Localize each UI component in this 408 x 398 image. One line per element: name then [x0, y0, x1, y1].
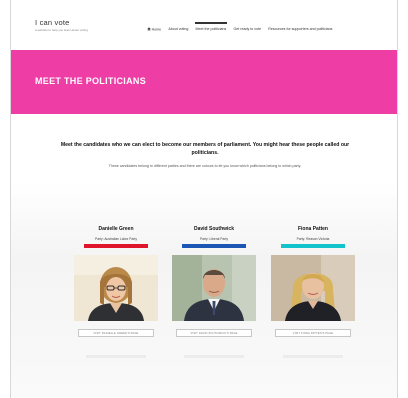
- site-header: I can vote a website to help you learn a…: [11, 0, 397, 50]
- candidate-party: Party: Australian Labor Party: [95, 237, 137, 241]
- party-color-bar: [182, 244, 246, 248]
- intro-text: These candidates belong to different par…: [108, 164, 302, 168]
- site-tagline: a website to help you learn about voting: [35, 28, 88, 32]
- nav-item-get-ready-to-vote[interactable]: Get ready to vote: [230, 27, 265, 33]
- main-nav: Home About voting Meet the politicians G…: [143, 22, 336, 33]
- portrait-woman-blonde: [271, 255, 355, 321]
- home-icon: [146, 27, 151, 31]
- intro-heading: Meet the candidates who we can elect to …: [60, 142, 350, 156]
- visit-page-button[interactable]: VISIT DAVID SOUTHWICK'S PAGE: [176, 329, 252, 337]
- page-frame: I can vote a website to help you learn a…: [0, 0, 408, 398]
- faded-divider: [184, 355, 244, 358]
- nav-item-meet-the-politicians[interactable]: Meet the politicians: [192, 22, 230, 33]
- candidate-photo: [172, 255, 256, 321]
- candidate-name: Fiona Patten: [297, 226, 328, 232]
- visit-page-button[interactable]: VISIT FIONA PATTEN'S PAGE: [275, 329, 351, 337]
- candidate-card-fiona-patten: Fiona Patten Party: Reason Victoria VISI…: [271, 226, 355, 358]
- candidate-party: Party: Reason Victoria: [296, 237, 330, 241]
- page-title: MEET THE POLITICIANS: [35, 76, 147, 86]
- party-color-bar: [84, 244, 148, 248]
- site-logo[interactable]: I can vote a website to help you learn a…: [35, 19, 88, 32]
- faded-divider: [86, 355, 146, 358]
- candidate-photo: [74, 255, 158, 321]
- nav-item-about-voting[interactable]: About voting: [165, 27, 192, 33]
- portrait-woman-glasses: [74, 255, 158, 321]
- page-banner: MEET THE POLITICIANS: [11, 50, 397, 114]
- candidate-party: Party: Liberal Party: [199, 237, 229, 241]
- nav-item-home[interactable]: Home: [143, 27, 165, 33]
- candidate-card-danielle-green: Danielle Green Party: Australian Labor P…: [74, 226, 158, 358]
- nav-item-resources[interactable]: Resources for supporters and politicians: [265, 27, 336, 33]
- candidate-photo: [271, 255, 355, 321]
- candidate-name: David Southwick: [193, 226, 234, 232]
- candidate-name: Danielle Green: [98, 226, 134, 232]
- faded-divider: [283, 355, 343, 358]
- party-color-bar: [281, 244, 345, 248]
- visit-page-button[interactable]: VISIT DANIELLE GREEN'S PAGE: [78, 329, 154, 337]
- nav-item-label: Home: [151, 27, 162, 32]
- candidate-card-david-southwick: David Southwick Party: Liberal Party VIS…: [172, 226, 256, 358]
- portrait-man-suit: [172, 255, 256, 321]
- site-title: I can vote: [35, 18, 70, 27]
